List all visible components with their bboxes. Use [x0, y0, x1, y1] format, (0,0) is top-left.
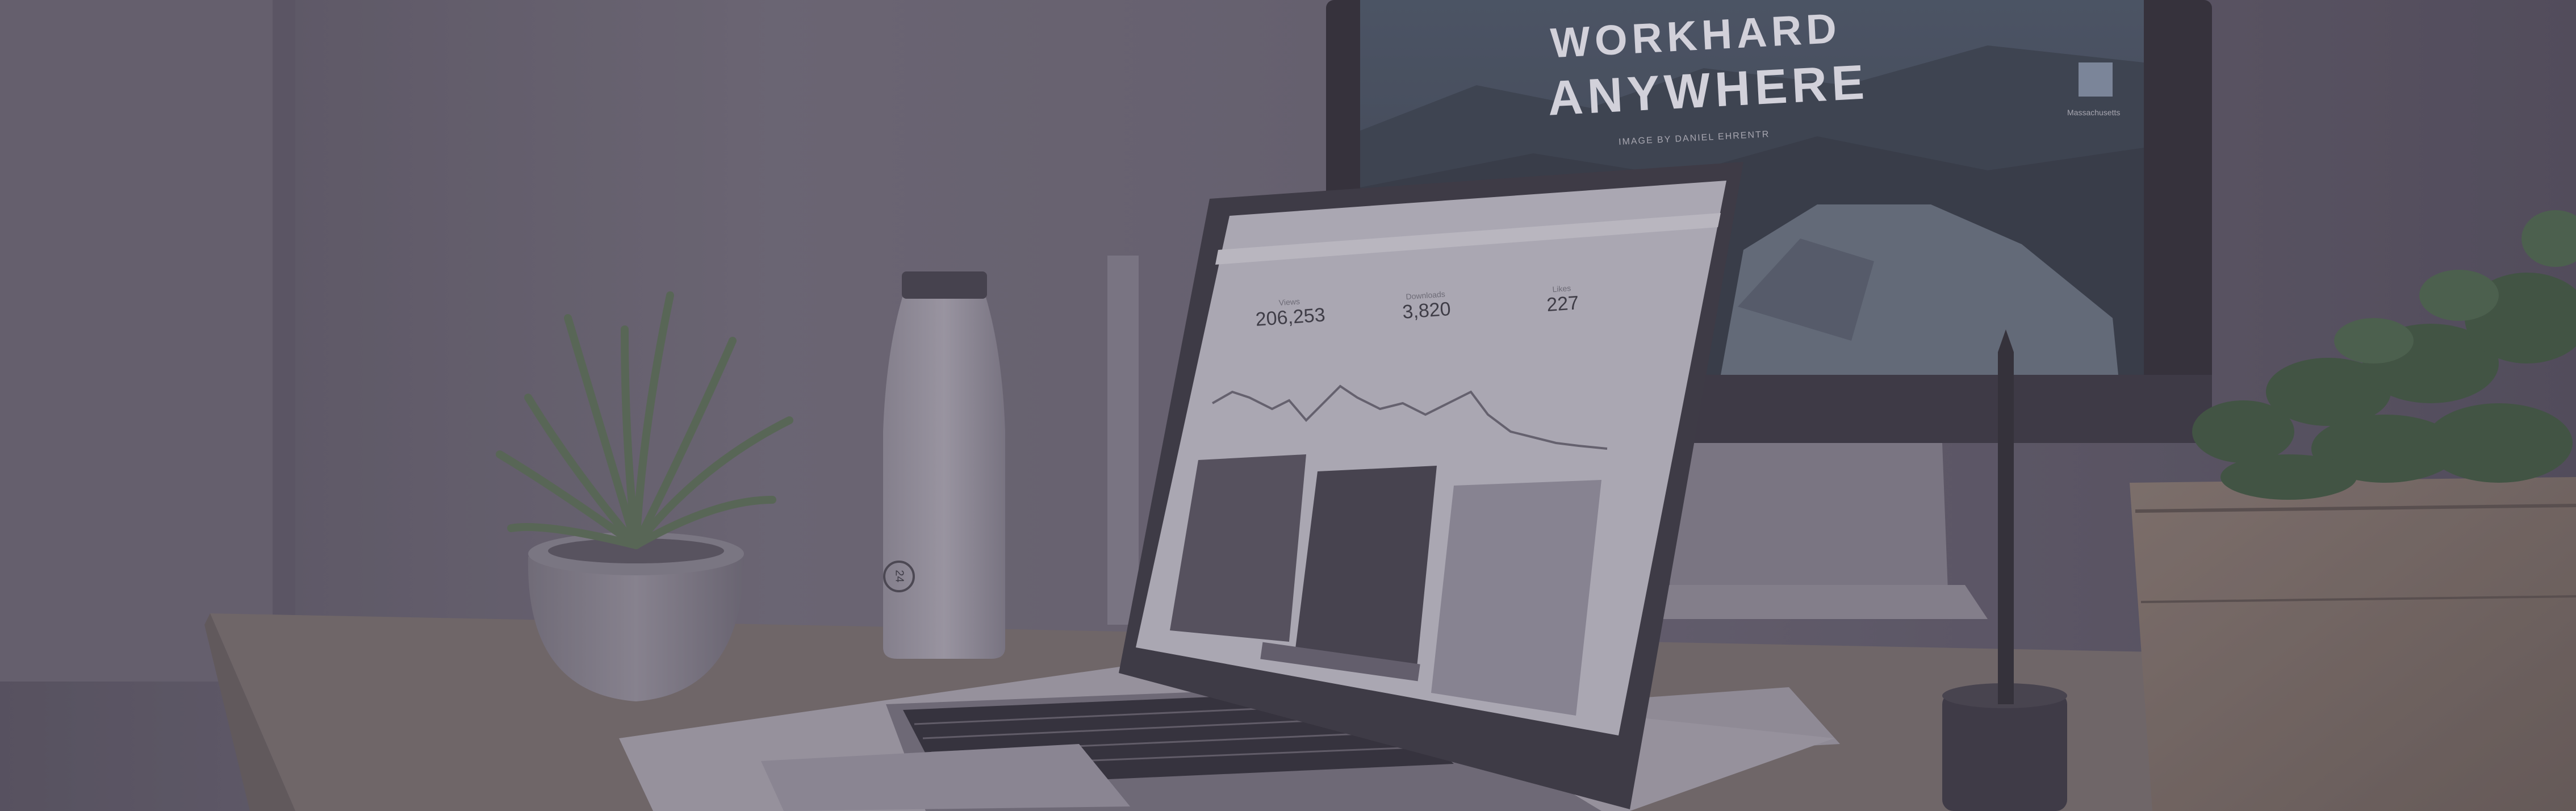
dark-overlay [0, 0, 2576, 811]
monitor-side-label: Massachusetts [2067, 108, 2121, 117]
scene-illustration [0, 0, 2576, 811]
stat-likes: Likes 227 [1511, 281, 1615, 319]
bottle-logo: 24 [893, 570, 906, 583]
stat-downloads: Downloads 3,820 [1374, 287, 1478, 325]
desk-photo-scene: WORKHARD ANYWHERE IMAGE BY DANIEL EHRENT… [0, 0, 2576, 811]
stat-views: Views 206,253 [1238, 294, 1342, 332]
